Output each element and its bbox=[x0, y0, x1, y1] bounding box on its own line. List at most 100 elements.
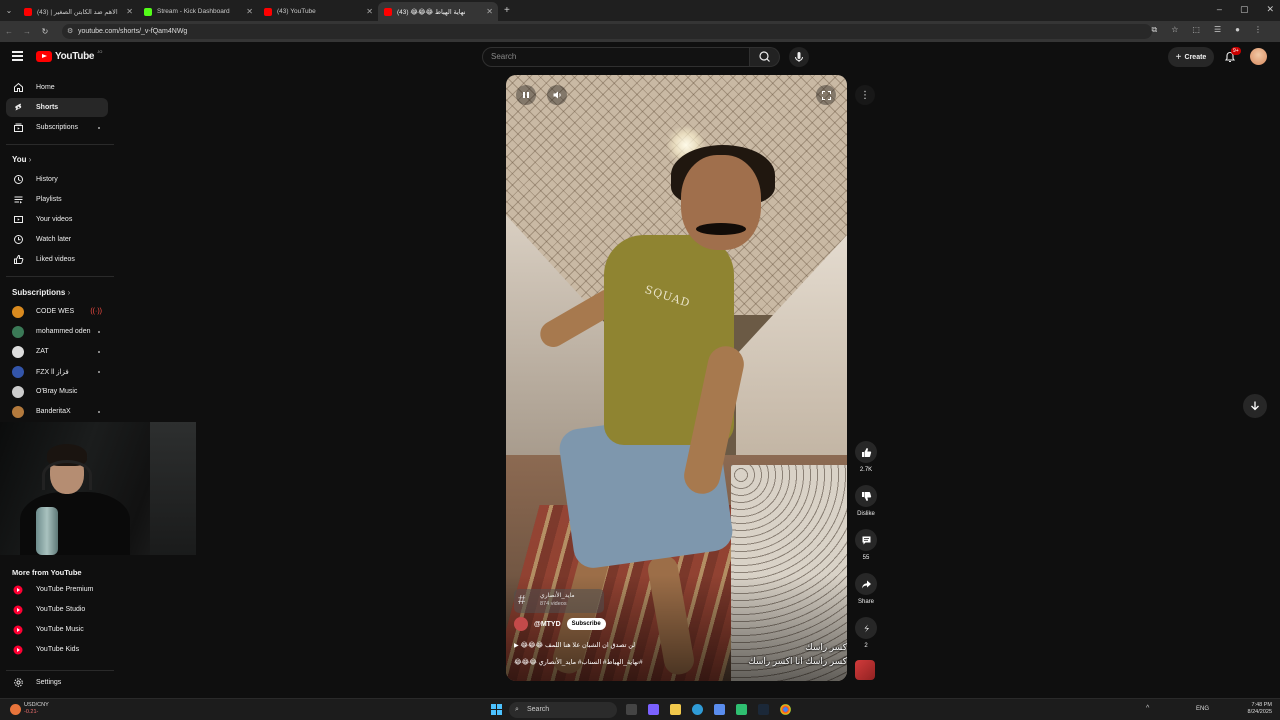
sidebar-subscription-item[interactable]: FZX ll فزاز bbox=[6, 362, 108, 381]
browser-tab[interactable]: نهاية الهياط 😂😂😂 (43) ✕ bbox=[378, 2, 498, 21]
pause-button[interactable] bbox=[516, 85, 536, 105]
share-button[interactable] bbox=[855, 573, 877, 595]
subscriptions-icon bbox=[12, 122, 24, 134]
app-icon[interactable] bbox=[736, 704, 747, 715]
bookmark-star-icon[interactable]: ☆ bbox=[1171, 25, 1178, 35]
profile-icon[interactable]: ● bbox=[1235, 25, 1240, 35]
steam-icon[interactable] bbox=[758, 704, 769, 715]
close-tab-icon[interactable]: ✕ bbox=[486, 7, 493, 16]
next-short-button[interactable] bbox=[1243, 394, 1267, 418]
sidebar-item-subscriptions[interactable]: Subscriptions bbox=[6, 118, 108, 137]
video-caption-line-2: كسر راسك انا اكسر راسك bbox=[748, 656, 847, 666]
subscription-label: mohammed oden bbox=[36, 328, 91, 335]
edge-browser-icon[interactable] bbox=[692, 704, 703, 715]
tab-search-icon-2[interactable]: ☰ bbox=[1214, 25, 1221, 35]
windows-start-icon[interactable] bbox=[491, 704, 502, 715]
search-input[interactable]: Search bbox=[482, 47, 750, 67]
create-button[interactable]: + Create bbox=[1168, 47, 1214, 67]
sidebar-item-your-videos[interactable]: Your videos bbox=[6, 210, 108, 229]
chevron-right-icon: › bbox=[28, 155, 32, 164]
sidebar-item-history[interactable]: History bbox=[6, 170, 108, 189]
task-view-icon[interactable] bbox=[626, 704, 637, 715]
menu-icon[interactable]: ⋮ bbox=[1254, 25, 1262, 35]
sidebar-item-shorts[interactable]: Shorts bbox=[6, 98, 108, 117]
clock[interactable]: 7:48 PM 8/24/2025 bbox=[1248, 702, 1272, 716]
chrome-icon[interactable] bbox=[780, 704, 791, 715]
youtube-app-icon bbox=[12, 624, 24, 636]
subscribe-button[interactable]: Subscribe bbox=[566, 618, 606, 630]
search-button[interactable] bbox=[750, 47, 780, 67]
volume-button[interactable] bbox=[547, 85, 567, 105]
subscription-label: FZX ll فزاز bbox=[36, 368, 69, 376]
video-person-head bbox=[681, 155, 761, 250]
video-title[interactable]: ▶ 😂😂😂 لن تصدق ان الشبان علا هنا اللمف bbox=[514, 641, 714, 649]
forward-icon[interactable]: → bbox=[18, 27, 36, 36]
channel-avatar bbox=[12, 405, 24, 418]
thumbs-down-icon bbox=[861, 491, 871, 501]
reload-icon[interactable]: ↻ bbox=[36, 27, 54, 36]
subscriptions-section-heading[interactable]: Subscriptions › bbox=[12, 288, 70, 297]
sidebar-item-playlists[interactable]: Playlists bbox=[6, 190, 108, 209]
stock-widget[interactable]: USD/CNY -0.21- bbox=[10, 702, 49, 716]
close-tab-icon[interactable]: ✕ bbox=[126, 7, 133, 16]
browser-tab[interactable]: Stream - Kick Dashboard ✕ bbox=[138, 2, 258, 21]
sound-thumbnail[interactable] bbox=[855, 660, 875, 680]
maximize-icon[interactable]: ▢ bbox=[1240, 4, 1249, 15]
webcam-headset bbox=[42, 460, 92, 490]
back-icon[interactable]: ← bbox=[0, 27, 18, 36]
channel-avatar[interactable] bbox=[514, 617, 528, 631]
voice-search-button[interactable] bbox=[789, 47, 809, 67]
sidebar-subscription-item[interactable]: ZAT bbox=[6, 342, 108, 361]
sidebar-item-home[interactable]: Home bbox=[6, 78, 108, 97]
sidebar-subscription-item[interactable]: mohammed oden bbox=[6, 322, 108, 341]
sidebar-item-label: History bbox=[36, 176, 58, 183]
sidebar-item-liked-videos[interactable]: Liked videos bbox=[6, 250, 108, 269]
sidebar-subscription-item[interactable]: CODE WES ((·)) bbox=[6, 302, 108, 321]
dislike-button[interactable] bbox=[855, 485, 877, 507]
site-info-icon[interactable]: ⚙ bbox=[67, 24, 73, 39]
volume-icon bbox=[553, 91, 561, 99]
sidebar-more-item[interactable]: YouTube Studio bbox=[6, 600, 108, 619]
sidebar-more-item[interactable]: YouTube Premium bbox=[6, 580, 108, 599]
remix-button[interactable] bbox=[855, 617, 877, 639]
browser-tab[interactable]: (43) YouTube ✕ bbox=[258, 2, 378, 21]
more-options-icon[interactable]: ⋮ bbox=[855, 85, 875, 105]
taskbar-search[interactable]: ⌕ Search bbox=[509, 702, 617, 718]
new-tab-button[interactable]: + bbox=[504, 5, 510, 16]
close-window-icon[interactable]: ✕ bbox=[1266, 4, 1274, 15]
pause-icon bbox=[523, 92, 529, 98]
browser-toolbar-icons: ⧉ ☆ ⬚ ☰ ● ⋮ bbox=[1152, 25, 1262, 35]
watch-later-icon bbox=[12, 234, 24, 246]
url-field[interactable]: ⚙ youtube.com/shorts/_v-fQam4NWg bbox=[62, 24, 1152, 39]
sidebar-more-item[interactable]: YouTube Kids bbox=[6, 640, 108, 659]
tray-chevron-icon[interactable]: ^ bbox=[1146, 705, 1149, 712]
sidebar-subscription-item[interactable]: BanderitaX bbox=[6, 402, 108, 421]
sidebar-item-settings[interactable]: Settings bbox=[6, 673, 108, 692]
close-tab-icon[interactable]: ✕ bbox=[246, 7, 253, 16]
sidebar-more-item[interactable]: YouTube Music bbox=[6, 620, 108, 639]
file-explorer-icon[interactable] bbox=[670, 704, 681, 715]
minimize-icon[interactable]: – bbox=[1217, 4, 1222, 15]
store-icon[interactable] bbox=[714, 704, 725, 715]
comments-button[interactable] bbox=[855, 529, 877, 551]
fullscreen-button[interactable] bbox=[816, 85, 836, 105]
url-text: youtube.com/shorts/_v-fQam4NWg bbox=[78, 28, 188, 35]
channel-avatar bbox=[12, 365, 24, 378]
input-language[interactable]: ENG bbox=[1196, 706, 1209, 712]
video-hashtags[interactable]: 😂😂😂 نهاية_الهياط# السناب# مايد_الأنصاري# bbox=[514, 658, 714, 666]
account-avatar[interactable] bbox=[1250, 48, 1267, 65]
hashtag-chip[interactable]: # مايد_الأنصاري 874 videos bbox=[514, 589, 604, 613]
browser-tab[interactable]: الاهم ضد الكابتن الصغير | (43) ✕ bbox=[18, 2, 138, 21]
tab-search-icon[interactable]: ⌄ bbox=[0, 6, 18, 15]
sidebar-item-watch-later[interactable]: Watch later bbox=[6, 230, 108, 249]
sidebar-subscription-item[interactable]: O'Bray Music bbox=[6, 382, 108, 401]
copilot-icon[interactable] bbox=[648, 704, 659, 715]
extensions-icon[interactable]: ⬚ bbox=[1192, 25, 1200, 35]
youtube-logo[interactable]: YouTube JO bbox=[36, 49, 102, 62]
you-section-heading[interactable]: You › bbox=[12, 155, 31, 164]
close-tab-icon[interactable]: ✕ bbox=[366, 7, 373, 16]
channel-name[interactable]: @MTYD bbox=[534, 621, 561, 628]
cast-icon[interactable]: ⧉ bbox=[1152, 25, 1158, 35]
like-button[interactable] bbox=[855, 441, 877, 463]
menu-hamburger-icon[interactable] bbox=[12, 51, 23, 61]
